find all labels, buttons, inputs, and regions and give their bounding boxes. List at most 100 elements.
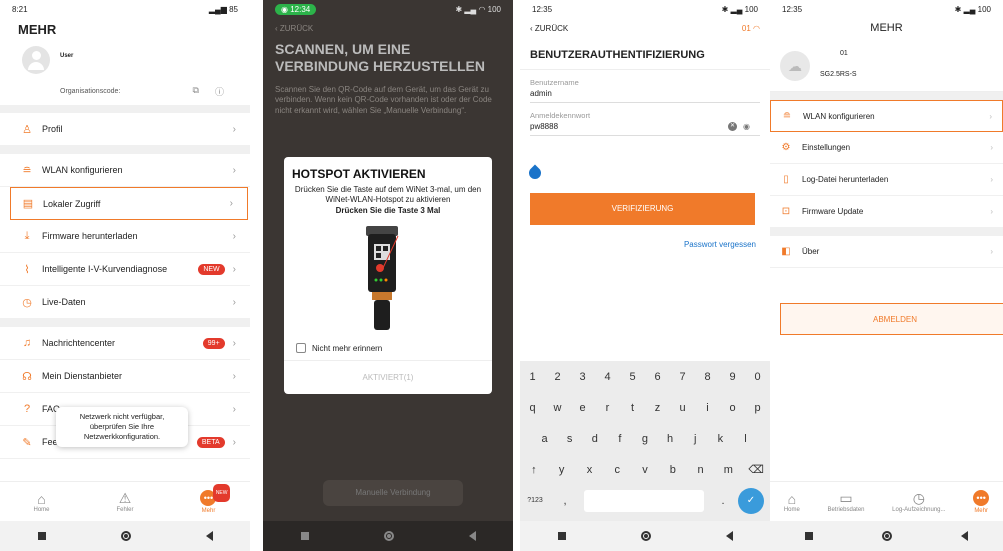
enter-key[interactable]: ✓ [738, 487, 764, 514]
dont-remind-row[interactable]: Nicht mehr erinnern [296, 343, 382, 353]
menu-item-settings[interactable]: ⚙ Einstellungen › [770, 132, 1003, 164]
verify-button[interactable]: VERIFIZIERUNG [530, 193, 755, 225]
key[interactable]: t [620, 402, 645, 414]
period-key[interactable]: . [708, 495, 738, 507]
key[interactable]: j [683, 433, 708, 445]
keyboard-number-row: 1234567890 [520, 361, 770, 392]
update-icon: ⊡ [781, 206, 791, 217]
recents-button[interactable] [37, 532, 46, 540]
key[interactable]: 3 [570, 371, 595, 383]
comma-key[interactable]: , [550, 495, 580, 507]
key[interactable]: w [545, 402, 570, 414]
menu-item-label: Log-Datei herunterladen [802, 175, 889, 184]
menu-item-iv-diagnosis[interactable]: ⌇ Intelligente I-V-Kurvendiagnose NEW › [0, 253, 250, 286]
tab-mehr[interactable]: ••• NEW Mehr [200, 483, 231, 514]
key[interactable]: 6 [645, 371, 670, 383]
chevron-right-icon: › [229, 198, 233, 209]
menu-item-messages[interactable]: ♫ Nachrichtencenter 99+ › [0, 327, 250, 360]
key[interactable]: h [658, 433, 683, 445]
space-key[interactable] [584, 489, 704, 512]
forgot-password-link[interactable]: Passwort vergessen [684, 240, 756, 249]
info-icon[interactable]: ⓘ [215, 85, 224, 98]
home-icon: ⌂ [37, 490, 46, 507]
back-button[interactable] [468, 531, 476, 541]
key[interactable]: z [645, 402, 670, 414]
key[interactable]: 8 [695, 371, 720, 383]
key[interactable]: k [708, 433, 733, 445]
key[interactable]: q [520, 402, 545, 414]
menu-item-live-data[interactable]: ◷ Live-Daten › [0, 286, 250, 319]
key[interactable]: p [745, 402, 770, 414]
key[interactable]: 1 [520, 371, 545, 383]
tab-mehr[interactable]: ••• Mehr [973, 489, 990, 514]
home-button[interactable] [383, 531, 394, 541]
key[interactable]: u [670, 402, 695, 414]
key[interactable]: o [720, 402, 745, 414]
menu-item-log-download[interactable]: ▯ Log-Datei herunterladen › [770, 164, 1003, 196]
status-time: 12:35 [782, 4, 803, 14]
key[interactable]: y [548, 464, 576, 476]
home-button[interactable] [640, 531, 651, 541]
back-link[interactable]: ‹ ZURÜCK [263, 18, 513, 39]
activated-button[interactable]: AKTIVIERT(1) [284, 360, 492, 394]
username-field[interactable]: admin [530, 87, 760, 103]
text-cursor-handle[interactable] [526, 164, 544, 182]
menu-item-label: WLAN konfigurieren [42, 165, 123, 175]
key[interactable]: a [532, 433, 557, 445]
copy-icon[interactable]: ⧉ [193, 85, 199, 98]
eye-icon[interactable]: ◉ [743, 122, 750, 131]
back-link[interactable]: ‹ ZURÜCK [530, 24, 568, 33]
recents-button[interactable] [557, 532, 566, 540]
key[interactable]: 2 [545, 371, 570, 383]
tab-home[interactable]: ⌂ Home [33, 491, 49, 513]
key[interactable]: r [595, 402, 620, 414]
key[interactable]: g [632, 433, 657, 445]
menu-item-local-access[interactable]: ▤ Lokaler Zugriff › [10, 187, 248, 220]
tab-log-records[interactable]: ◷ Log-Aufzeichnung... [892, 490, 945, 513]
logout-button[interactable]: ABMELDEN [780, 303, 1003, 335]
back-button[interactable] [961, 531, 969, 541]
tab-operating-data[interactable]: ▭ Betriebsdaten [827, 490, 864, 513]
home-button[interactable] [120, 531, 131, 541]
recents-button[interactable] [300, 532, 309, 540]
screen-user-auth: 12:35 ✱ ▂▄ 100 ‹ ZURÜCK 01 ◠ BENUTZERAUT… [520, 0, 770, 551]
menu-item-firmware-download[interactable]: ⤓ Firmware herunterladen › [0, 220, 250, 253]
tab-home[interactable]: ⌂ Home [784, 491, 800, 513]
backspace-key[interactable]: ⌫ [742, 463, 770, 476]
key[interactable]: v [631, 464, 659, 476]
key[interactable]: 7 [670, 371, 695, 383]
key[interactable]: 9 [720, 371, 745, 383]
key[interactable]: i [695, 402, 720, 414]
menu-item-about[interactable]: ◧ Über › [770, 236, 1003, 268]
home-button[interactable] [881, 531, 892, 541]
key[interactable]: l [733, 433, 758, 445]
key[interactable]: m [714, 464, 742, 476]
key[interactable]: 4 [595, 371, 620, 383]
menu-item-wlan[interactable]: ≘ WLAN konfigurieren › [770, 100, 1003, 132]
symbols-key[interactable]: ?123 [520, 497, 550, 504]
shift-key[interactable]: ↑ [520, 464, 548, 476]
back-button[interactable] [205, 531, 213, 541]
key[interactable]: n [687, 464, 715, 476]
key[interactable]: 5 [620, 371, 645, 383]
menu-item-service-provider[interactable]: ☊ Mein Dienstanbieter › [0, 360, 250, 393]
dont-remind-checkbox[interactable] [296, 343, 306, 353]
menu-item-wlan[interactable]: ≘ WLAN konfigurieren › [0, 154, 250, 187]
key[interactable]: b [659, 464, 687, 476]
key[interactable]: d [582, 433, 607, 445]
menu-item-firmware-update[interactable]: ⊡ Firmware Update › [770, 196, 1003, 228]
password-field[interactable]: pw8888 ✕ ◉ [530, 120, 760, 136]
tab-fehler[interactable]: ⚠ Fehler [116, 490, 133, 513]
menu-item-profil[interactable]: ♙ Profil › [0, 113, 250, 146]
manual-connection-button[interactable]: Manuelle Verbindung [323, 480, 463, 506]
recents-button[interactable] [804, 532, 813, 540]
user-profile[interactable]: User [0, 43, 250, 77]
key[interactable]: x [576, 464, 604, 476]
key[interactable]: c [603, 464, 631, 476]
key[interactable]: 0 [745, 371, 770, 383]
key[interactable]: s [557, 433, 582, 445]
back-button[interactable] [725, 531, 733, 541]
key[interactable]: f [607, 433, 632, 445]
clear-icon[interactable]: ✕ [728, 122, 738, 131]
key[interactable]: e [570, 402, 595, 414]
